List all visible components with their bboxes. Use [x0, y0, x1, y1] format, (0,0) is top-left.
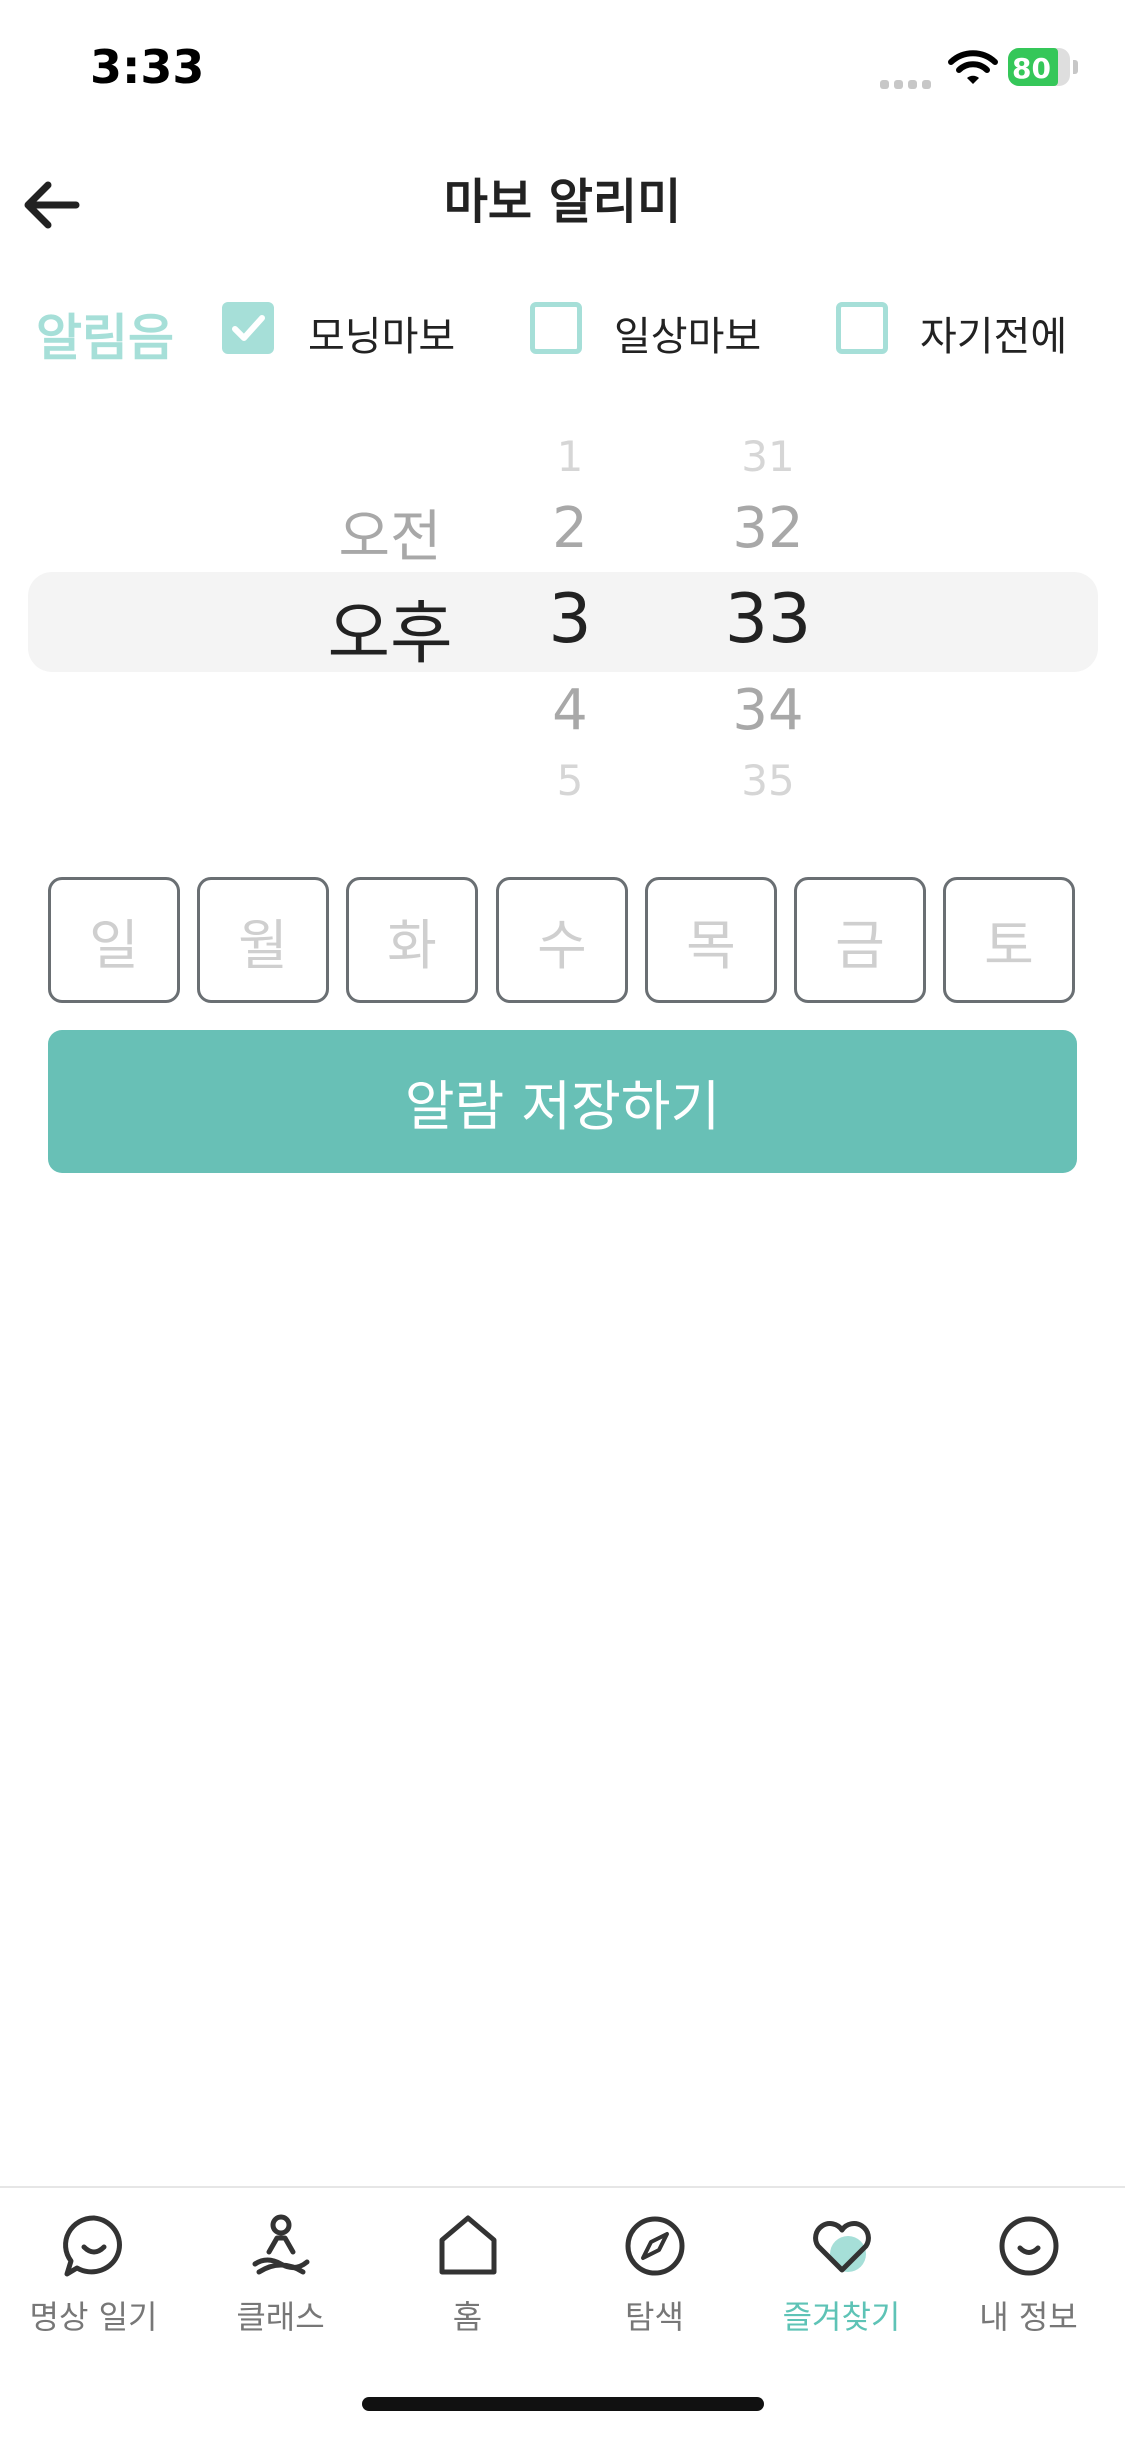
- tab-meditation-diary[interactable]: 명상 일기: [0, 2204, 187, 2354]
- tab-my-info[interactable]: 내 정보: [935, 2204, 1122, 2354]
- battery-level: 80: [1012, 52, 1051, 85]
- minute-option[interactable]: 35: [708, 756, 828, 805]
- status-time: 3:33: [90, 40, 205, 94]
- day-monday-button[interactable]: 월: [197, 877, 329, 1003]
- battery-icon: 80: [1008, 48, 1078, 88]
- save-alarm-button[interactable]: 알람 저장하기: [48, 1030, 1077, 1173]
- cellular-signal-icon: [880, 74, 936, 89]
- day-tuesday-button[interactable]: 화: [346, 877, 478, 1003]
- day-sunday-button[interactable]: 일: [48, 877, 180, 1003]
- morning-mabo-label[interactable]: 모닝마보: [308, 304, 455, 362]
- tab-label: 홈: [452, 2298, 483, 2336]
- alarm-sound-label: 알림음: [36, 309, 174, 367]
- minute-option[interactable]: 31: [708, 432, 828, 481]
- hour-option[interactable]: 1: [530, 432, 610, 481]
- home-icon: [439, 2215, 496, 2275]
- period-option-pm[interactable]: 오후: [300, 578, 480, 677]
- day-friday-button[interactable]: 금: [794, 877, 926, 1003]
- day-saturday-button[interactable]: 토: [943, 877, 1075, 1003]
- home-indicator[interactable]: [362, 2397, 764, 2411]
- tab-label: 명상 일기: [29, 2298, 158, 2336]
- hour-selected[interactable]: 3: [530, 580, 610, 659]
- chat-smile-icon: [62, 2215, 122, 2277]
- minute-selected[interactable]: 33: [708, 580, 828, 659]
- smile-face-icon: [999, 2216, 1058, 2276]
- tab-favorites[interactable]: 즐겨찾기: [748, 2204, 935, 2354]
- wifi-icon: [948, 50, 998, 84]
- tab-explore[interactable]: 탐색: [561, 2204, 748, 2354]
- tab-class[interactable]: 클래스: [187, 2204, 374, 2354]
- before-sleep-checkbox[interactable]: [836, 302, 888, 354]
- checkmark-icon: [232, 315, 265, 341]
- hour-option[interactable]: 4: [530, 678, 610, 743]
- heart-icon: [812, 2221, 871, 2273]
- period-option-am[interactable]: 오전: [300, 492, 480, 573]
- meditation-person-icon: [252, 2214, 309, 2275]
- hour-option[interactable]: 5: [530, 756, 610, 805]
- tab-label: 탐색: [625, 2298, 684, 2336]
- day-thursday-button[interactable]: 목: [645, 877, 777, 1003]
- minute-option[interactable]: 32: [708, 496, 828, 561]
- tab-home[interactable]: 홈: [374, 2204, 561, 2354]
- minute-option[interactable]: 34: [708, 678, 828, 743]
- before-sleep-label[interactable]: 자기전에: [920, 304, 1067, 362]
- tab-label: 내 정보: [979, 2298, 1078, 2336]
- compass-icon: [625, 2216, 684, 2276]
- daily-mabo-checkbox[interactable]: [530, 302, 582, 354]
- morning-mabo-checkbox[interactable]: [222, 302, 274, 354]
- hour-option[interactable]: 2: [530, 496, 610, 561]
- daily-mabo-label[interactable]: 일상마보: [614, 304, 761, 362]
- tab-label: 클래스: [236, 2298, 325, 2336]
- day-wednesday-button[interactable]: 수: [496, 877, 628, 1003]
- tab-label: 즐겨찾기: [782, 2298, 901, 2336]
- page-title: 마보 알리미: [443, 174, 682, 230]
